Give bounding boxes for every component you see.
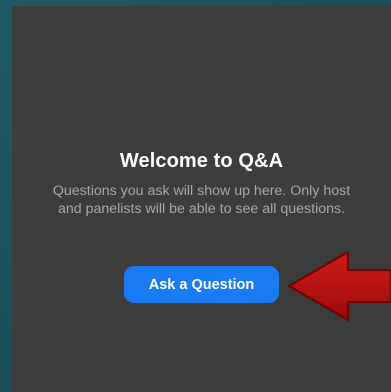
qa-welcome-description: Questions you ask will show up here. Onl… (52, 183, 351, 217)
ask-a-question-button[interactable]: Ask a Question (124, 266, 279, 303)
qa-panel: Welcome to Q&A Questions you ask will sh… (12, 6, 391, 392)
qa-welcome-title: Welcome to Q&A (119, 150, 284, 172)
